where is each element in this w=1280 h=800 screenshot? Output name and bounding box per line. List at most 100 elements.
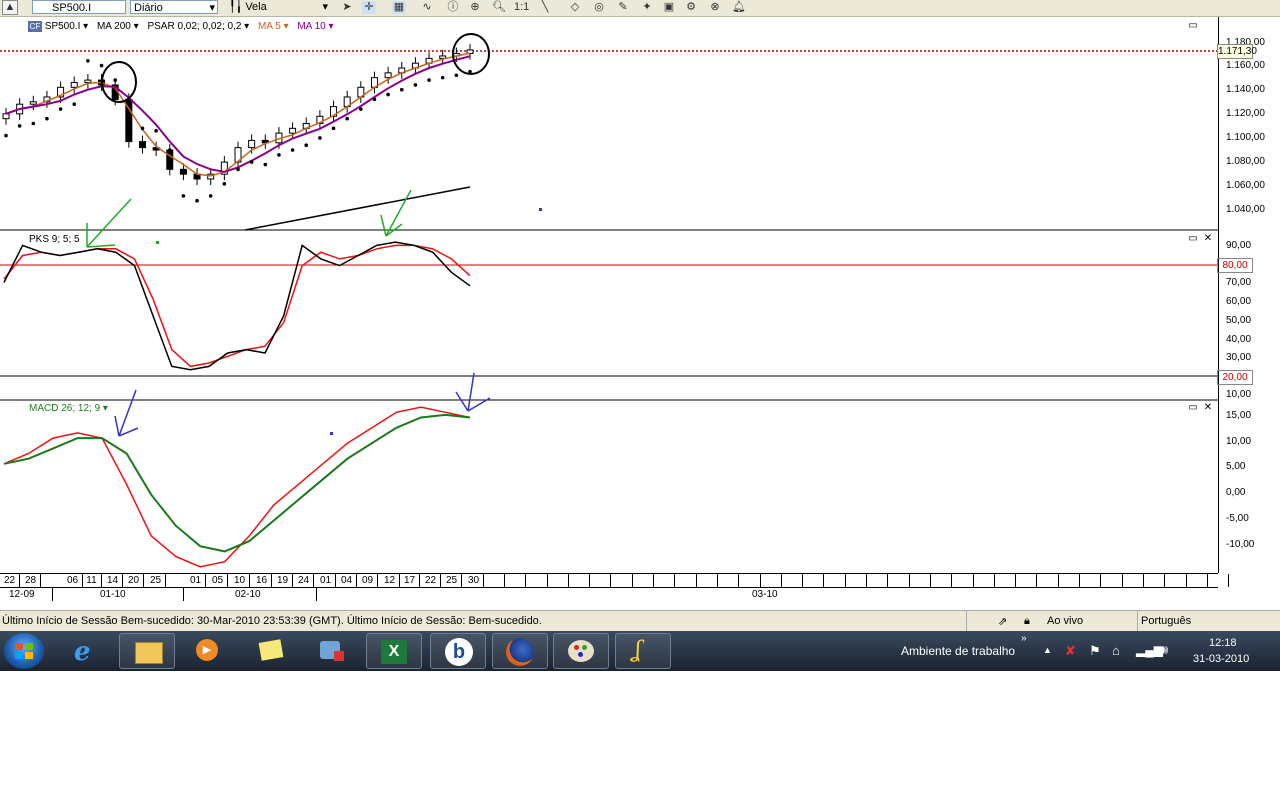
date-tick-label: 19: [273, 574, 293, 587]
date-tick-empty: [741, 574, 761, 587]
psar-dot: [454, 73, 459, 78]
psar-dot: [440, 75, 445, 80]
legend-ma5[interactable]: MA 5: [258, 21, 281, 32]
paint-icon[interactable]: [553, 633, 609, 669]
alert-icon[interactable]: 🔔︎: [732, 1, 746, 14]
date-tick-label: 16: [252, 574, 272, 587]
collapse-icon[interactable]: ▲: [2, 0, 18, 15]
pks-upper-tag: 80,00: [1217, 258, 1253, 273]
chart-type-select[interactable]: ╿╽ Vela ▾: [226, 0, 330, 14]
candle-body: [289, 127, 297, 134]
date-tick-empty: [1167, 574, 1187, 587]
pks-lower-tag: 20,00: [1217, 370, 1253, 385]
signal-icon[interactable]: ⇗: [998, 615, 1007, 628]
psar-dot: [140, 126, 145, 131]
desktop-toolbar-label[interactable]: Ambiente de trabalho: [901, 644, 1015, 658]
eraser-icon[interactable]: ◇: [568, 1, 582, 14]
psar-dot: [427, 78, 431, 82]
candle-body: [84, 79, 92, 83]
network-app-icon[interactable]: [304, 633, 360, 669]
candle-body: [166, 149, 174, 170]
legend-symbol[interactable]: SP500.I: [45, 21, 81, 32]
maximize-panel-icon[interactable]: ▭: [1188, 21, 1198, 31]
volume-icon[interactable]: 🔊︎: [1160, 642, 1168, 658]
close-panel-icon[interactable]: ✕: [1203, 234, 1213, 244]
chart-canvas[interactable]: [0, 17, 1218, 573]
psar-dot: [290, 148, 295, 152]
psar-dot: [318, 136, 322, 140]
toolbar-expand-icon[interactable]: »: [1021, 633, 1027, 644]
date-tick-empty: [911, 574, 931, 587]
media-player-icon[interactable]: ▶: [180, 633, 236, 669]
scale-one-icon[interactable]: 1:1: [514, 1, 529, 14]
price-legend: CF SP500.I ▾ MA 200 ▾ PSAR 0,02; 0,02; 0…: [28, 21, 334, 32]
shapes-icon[interactable]: ◎: [592, 1, 606, 14]
excel-icon[interactable]: X: [366, 633, 422, 669]
b-app-icon[interactable]: b: [430, 633, 486, 669]
clock-date[interactable]: 31-03-2010: [1193, 653, 1249, 665]
month-divider: [183, 588, 184, 601]
date-tick-empty: [485, 574, 505, 587]
date-tick-empty: [996, 574, 1016, 587]
candle-body: [2, 113, 10, 120]
compare-icon[interactable]: ▣: [662, 1, 676, 14]
psar-dot: [181, 194, 186, 198]
price-candle: [220, 156, 228, 181]
candle-body: [248, 139, 256, 149]
date-tick-label: 11: [82, 574, 102, 587]
scale-label: 90,00: [1226, 240, 1252, 251]
price-candle: [138, 135, 146, 154]
line-tool-icon[interactable]: ╲: [538, 1, 552, 14]
pks-signal-line: [3, 244, 471, 368]
close-panel-icon[interactable]: ✕: [1203, 403, 1213, 413]
file-explorer-icon[interactable]: [119, 633, 175, 669]
start-orb-icon[interactable]: [4, 633, 44, 669]
cursor-chart-icon[interactable]: ⊕: [468, 1, 482, 14]
clock-time[interactable]: 12:18: [1209, 637, 1237, 649]
zoom-icon[interactable]: 🔍︎: [492, 1, 506, 14]
date-tick-label: 20: [124, 574, 144, 587]
price-candle: [357, 81, 365, 103]
legend-psar[interactable]: PSAR 0,02; 0,02; 0,2: [147, 21, 241, 32]
period-select[interactable]: Diário ▾: [130, 0, 218, 14]
symbol-field[interactable]: SP500.I: [32, 0, 126, 14]
legend-ma200[interactable]: MA 200: [97, 21, 131, 32]
indicator-icon[interactable]: ∿: [420, 1, 434, 14]
internet-explorer-icon[interactable]: e: [60, 633, 116, 669]
legend-ma10[interactable]: MA 10: [297, 21, 325, 32]
sticky-notes-icon[interactable]: [244, 633, 300, 669]
psar-dot: [127, 120, 131, 125]
tools-icon[interactable]: ✎: [616, 1, 630, 14]
price-candle: [343, 90, 351, 113]
antivirus-tray-icon[interactable]: ✘: [1065, 643, 1076, 659]
network-signal-icon[interactable]: ▂▄▆: [1136, 643, 1163, 657]
device-tray-icon[interactable]: ⌂: [1112, 643, 1120, 658]
psar-dot: [4, 133, 8, 138]
psar-dot: [331, 126, 336, 131]
scale-label: 1.120,00: [1226, 108, 1265, 119]
link-icon[interactable]: ⊗: [708, 1, 722, 14]
action-center-icon[interactable]: ⚑: [1089, 643, 1101, 659]
macd-legend[interactable]: MACD 26; 12; 9 ▾: [29, 403, 108, 414]
firefox-icon[interactable]: [492, 633, 548, 669]
date-tick-label: 01: [316, 574, 336, 587]
studies-icon[interactable]: ✦: [640, 1, 654, 14]
maximize-panel-icon[interactable]: ▭: [1188, 234, 1198, 244]
psar-dot: [17, 124, 22, 128]
pks-legend[interactable]: PKS 9; 5; 5: [29, 234, 80, 245]
cursor-icon[interactable]: ➤: [340, 1, 354, 14]
pen-app-icon[interactable]: ʆ: [615, 633, 671, 669]
crosshair-icon[interactable]: ✛: [362, 1, 376, 14]
date-tick-empty: [783, 574, 803, 587]
date-tick-empty: [528, 574, 548, 587]
settings-icon[interactable]: ⚙: [684, 1, 698, 14]
price-candle: [70, 76, 78, 94]
date-tick-label: 14: [103, 574, 123, 587]
scale-label: 40,00: [1226, 334, 1252, 345]
show-hidden-icons-icon[interactable]: ▲: [1043, 645, 1052, 655]
grid-icon[interactable]: ▦: [392, 1, 406, 14]
info-icon[interactable]: ⓘ: [446, 1, 460, 14]
maximize-panel-icon[interactable]: ▭: [1188, 403, 1198, 413]
current-price-tag: 1.171,30: [1217, 44, 1257, 59]
psar-dot: [58, 107, 63, 111]
